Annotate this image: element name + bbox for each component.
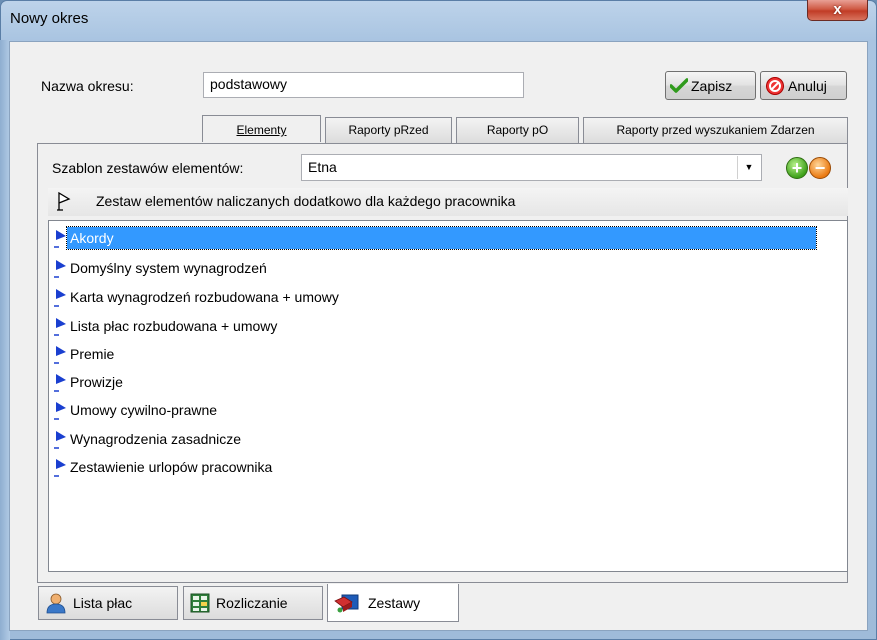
list-item-label: Zestawienie urlopów pracownika [70,459,273,475]
period-name-input[interactable]: podstawowy [203,72,524,98]
list-item[interactable]: Prowizje [53,369,126,395]
period-name-label: Nazwa okresu: [41,78,134,94]
spreadsheet-icon [190,593,210,613]
list-item-label: Domyślny system wynagrodzeń [70,260,267,276]
tab-raporty-po[interactable]: Raporty pO [456,117,579,143]
tab-raporty-przed-wyszukaniem[interactable]: Raporty przed wyszukaniem Zdarzen [583,117,848,143]
tab-elementy[interactable]: Elementy [202,115,321,142]
save-button[interactable]: Zapisz [665,71,756,100]
tab-label: Raporty pRzed [348,123,429,137]
tab-label: Elementy [236,123,287,137]
close-icon: x [833,1,842,18]
tab-label: Raporty przed wyszukaniem Zdarzen [616,123,815,137]
tab-label: Lista płac [73,595,133,611]
flag-icon [54,459,66,477]
list-item[interactable]: Zestawienie urlopów pracownika [53,454,275,480]
remove-button[interactable]: − [809,157,831,179]
flag-icon [54,230,66,248]
add-button[interactable]: + [786,157,808,179]
close-button[interactable]: x [807,0,868,21]
list-item-label: Wynagrodzenia zasadnicze [70,431,242,447]
list-item-label: Lista płac rozbudowana + umowy [70,318,278,334]
list-item[interactable]: Umowy cywilno-prawne [53,397,220,423]
list-item-label: Prowizje [70,374,123,390]
cancel-button[interactable]: Anuluj [760,71,847,100]
template-select[interactable]: Etna [301,154,762,181]
element-sets-list[interactable]: Akordy Domyślny system wynagrodzeń Karta… [48,220,848,572]
list-item[interactable]: Lista płac rozbudowana + umowy [53,313,280,339]
flag-icon [54,374,66,392]
flag-icon [54,402,66,420]
tab-zestawy[interactable]: Zestawy [327,584,459,622]
user-icon [46,593,66,614]
list-item[interactable]: Karta wynagrodzeń rozbudowana + umowy [53,284,342,310]
flag-icon [54,289,66,307]
list-item[interactable]: Domyślny system wynagrodzeń [53,255,270,281]
flag-icon [54,318,66,336]
save-label: Zapisz [691,77,733,94]
sets-icon [334,594,359,612]
tab-raporty-przed[interactable]: Raporty pRzed [325,117,452,143]
flag-icon [54,346,66,364]
flag-outline-icon [57,191,71,211]
plus-icon: + [791,158,803,178]
checkmark-icon [670,77,688,93]
list-item[interactable]: Premie [53,341,117,367]
minus-icon: − [814,158,826,178]
list-item-label: Umowy cywilno-prawne [70,402,218,418]
list-item[interactable]: Wynagrodzenia zasadnicze [53,426,244,452]
flag-icon [54,431,66,449]
tab-label: Rozliczanie [216,595,288,611]
tab-label: Zestawy [368,594,421,611]
template-label: Szablon zestawów elementów: [52,160,244,176]
cancel-label: Anuluj [788,77,827,94]
list-item-label: Premie [70,346,115,362]
list-item-label: Akordy [66,226,817,250]
list-item-label: Karta wynagrodzeń rozbudowana + umowy [70,289,339,305]
list-item[interactable]: Akordy [53,225,817,251]
set-header-label: Zestaw elementów naliczanych dodatkowo d… [96,193,516,209]
tab-rozliczanie[interactable]: Rozliczanie [183,586,323,620]
tab-lista-plac[interactable]: Lista płac [38,586,178,620]
flag-icon [54,260,66,278]
cancel-icon [766,76,784,95]
dropdown-arrow-icon[interactable]: ▼ [737,156,760,179]
window-title: Nowy okres [10,10,89,27]
tab-label: Raporty pO [486,123,549,137]
